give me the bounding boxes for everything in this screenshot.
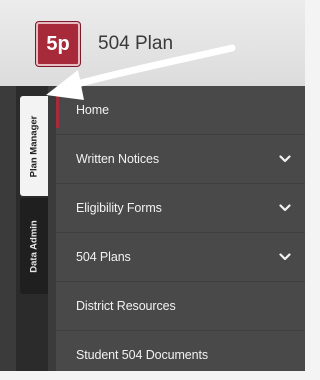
- menu-item-label: District Resources: [76, 299, 176, 313]
- app-header: 5p 504 Plan: [0, 0, 305, 86]
- menu-item-district-resources[interactable]: District Resources: [56, 282, 305, 331]
- app-window: 5p 504 Plan Plan Manager Data Admin Home…: [0, 0, 305, 371]
- menu-item-504-plans[interactable]: 504 Plans: [56, 233, 305, 282]
- menu-item-label: Eligibility Forms: [76, 201, 162, 215]
- app-logo[interactable]: 5p: [36, 22, 80, 66]
- menu-item-label: Written Notices: [76, 152, 160, 166]
- menu-item-eligibility-forms[interactable]: Eligibility Forms: [56, 184, 305, 233]
- menu-item-home[interactable]: Home: [56, 86, 305, 135]
- tab-plan-manager[interactable]: Plan Manager: [20, 96, 48, 196]
- app-title: 504 Plan: [98, 33, 174, 54]
- menu-item-label: Student 504 Documents: [76, 348, 209, 362]
- chevron-down-icon[interactable]: [279, 153, 291, 165]
- tab-data-admin[interactable]: Data Admin: [20, 198, 48, 294]
- chevron-down-icon[interactable]: [279, 202, 291, 214]
- current-item-marker: [56, 92, 59, 128]
- chevron-down-icon[interactable]: [279, 251, 291, 263]
- tab-label: Plan Manager: [28, 115, 40, 177]
- menu-item-label: 504 Plans: [76, 250, 131, 264]
- menu-item-student-504-documents[interactable]: Student 504 Documents: [56, 331, 305, 380]
- tab-label: Data Admin: [28, 219, 40, 273]
- menu-item-written-notices[interactable]: Written Notices: [56, 135, 305, 184]
- menu-item-label: Home: [76, 103, 109, 117]
